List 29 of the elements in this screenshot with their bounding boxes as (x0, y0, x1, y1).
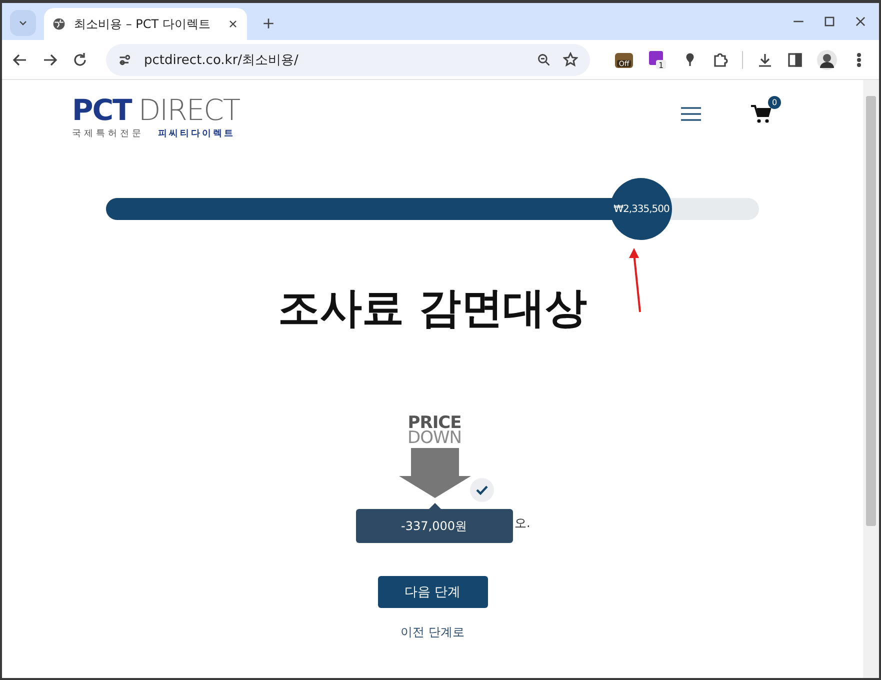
scrollbar-thumb[interactable] (866, 96, 876, 526)
maximize-icon[interactable] (823, 15, 836, 28)
slider-thumb[interactable]: ₩2,335,500 (610, 178, 672, 240)
price-slider[interactable] (106, 198, 759, 220)
side-panel-icon[interactable] (787, 52, 803, 68)
logo[interactable]: PCT DIRECT 국제특허전문 피씨티다이렉트 (72, 96, 240, 140)
puzzle-icon[interactable] (712, 52, 728, 68)
reload-icon[interactable] (72, 52, 88, 68)
close-icon[interactable] (227, 18, 239, 30)
download-icon[interactable] (757, 52, 773, 68)
notice-text: 오. (514, 515, 530, 532)
next-step-button[interactable]: 다음 단계 (378, 576, 488, 608)
previous-step-link[interactable]: 이전 단계로 (400, 624, 464, 641)
plus-icon[interactable] (262, 16, 274, 30)
page-heading: 조사료 감면대상 (278, 282, 587, 334)
forward-icon[interactable] (42, 52, 58, 68)
back-icon[interactable] (12, 52, 28, 68)
arrow-annotation (627, 248, 644, 314)
close-icon[interactable] (854, 15, 867, 28)
price-down-graphic: PRICE DOWN (398, 416, 470, 498)
star-icon[interactable] (563, 52, 578, 67)
browser-tab[interactable]: 최소비용 – PCT 다이렉트 (44, 8, 247, 40)
address-bar[interactable]: pctdirect.co.kr/최소비용/ (106, 44, 590, 76)
avatar-icon[interactable] (817, 50, 837, 70)
zoom-icon[interactable] (537, 52, 551, 66)
site-settings-icon[interactable] (118, 52, 132, 66)
discount-tooltip: -337,000원 (356, 509, 512, 543)
cart-button[interactable]: 0 (751, 96, 781, 124)
menu-icon[interactable] (681, 106, 701, 122)
